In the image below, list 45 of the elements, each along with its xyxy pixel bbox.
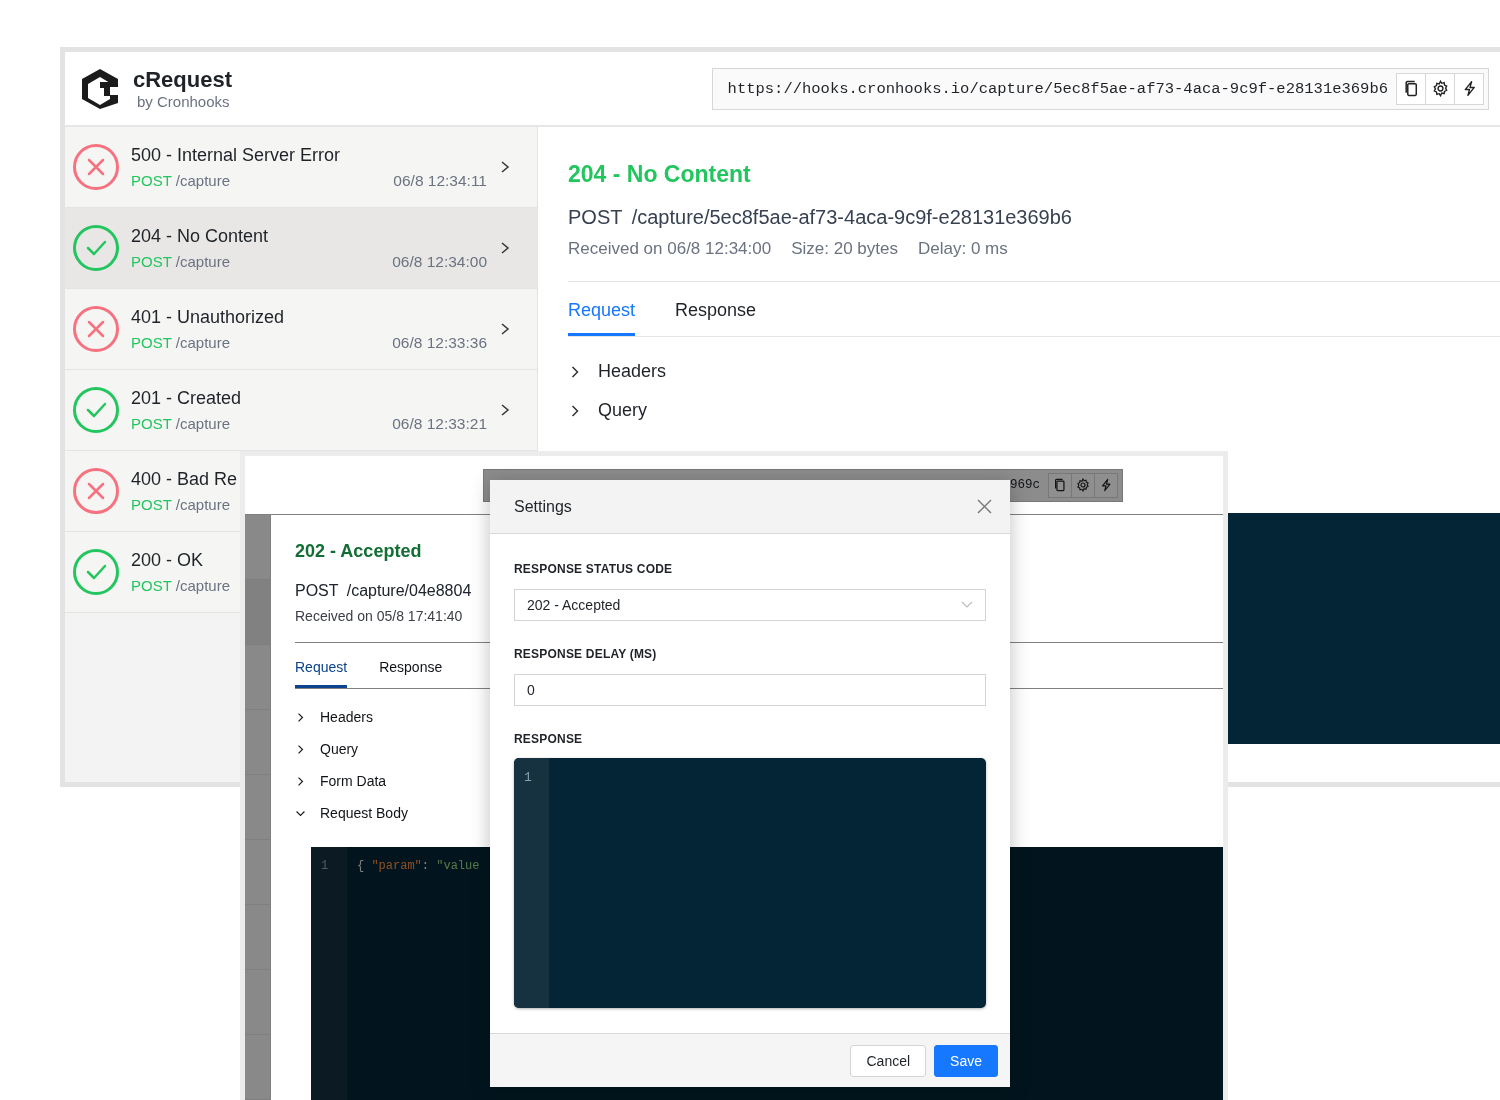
- section-label: Query: [320, 741, 359, 757]
- response-status: 201 - Created: [131, 387, 242, 409]
- section-label: Form Data: [320, 773, 387, 789]
- response-status: 400 - Bad Re: [131, 469, 238, 490]
- http-method: POST: [131, 496, 172, 513]
- section-label: Request Body: [320, 805, 408, 821]
- response-status: 204 - No Content: [131, 225, 269, 247]
- request-meta: Received on 06/8 12:34:00: [568, 239, 772, 259]
- request-time: 06/8 12:33:21: [392, 414, 487, 433]
- http-method: POST: [131, 252, 172, 271]
- request-path: POST /capture/5ec8f5ae-af73-4aca-9c9f-e28131e369b6: [568, 206, 1073, 229]
- section-label: Headers: [598, 361, 667, 382]
- request-path: /capture: [175, 171, 231, 190]
- app-name: cRequest: [133, 67, 233, 93]
- request-path: /capture: [175, 414, 231, 433]
- request-meta: Size: 20 bytes: [791, 239, 898, 259]
- response-status: 500 - Internal Server Error: [131, 144, 341, 166]
- section-label: Headers: [320, 709, 373, 725]
- request-path: /capture: [175, 252, 231, 271]
- request-meta: Delay: 0 ms: [918, 239, 1008, 259]
- section-label: Query: [598, 400, 648, 421]
- line-number: 1: [524, 770, 533, 785]
- request-path: /capture: [175, 577, 231, 594]
- field-label: RESPONSE: [514, 732, 584, 746]
- request-time: 06/8 12:34:11: [393, 171, 487, 190]
- field-label: RESPONSE DELAY (MS): [514, 647, 658, 661]
- request-time: 06/8 12:34:00: [392, 252, 487, 271]
- response-status: 200 - OK: [131, 550, 204, 571]
- http-method: POST: [131, 577, 172, 594]
- field-label: RESPONSE STATUS CODE: [514, 562, 674, 576]
- response-status: 401 - Unauthorized: [131, 306, 285, 328]
- request-path: POST /capture/04e8804: [295, 582, 473, 600]
- dialog-title: Settings: [514, 497, 572, 516]
- request-path: /capture: [175, 496, 231, 513]
- status-title: 202 - Accepted: [295, 541, 423, 562]
- code-line: { "param": "value: [356, 858, 480, 875]
- line-number: 1: [321, 859, 330, 873]
- http-method: POST: [131, 414, 172, 433]
- app-tagline: by Cronhooks: [136, 93, 231, 110]
- request-meta: Received on 05/8 17:41:40: [295, 608, 463, 624]
- http-method: POST: [131, 333, 172, 352]
- status-title: 204 - No Content: [568, 161, 752, 188]
- http-method: POST: [131, 171, 172, 190]
- request-time: 06/8 12:33:36: [392, 333, 487, 352]
- request-path: /capture: [175, 333, 231, 352]
